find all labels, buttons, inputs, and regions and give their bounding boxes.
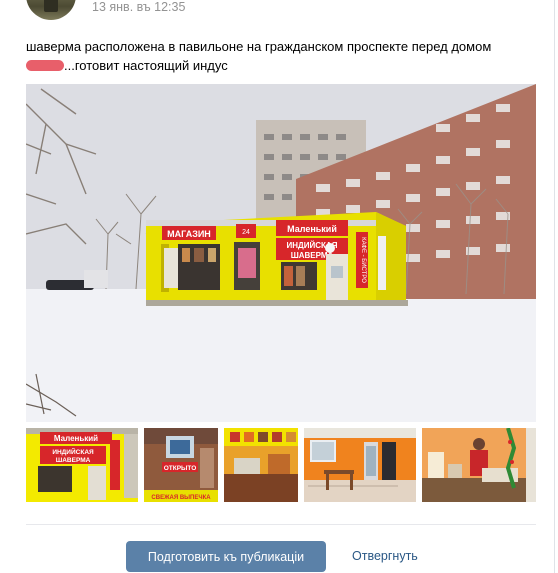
svg-text:СВЕЖАЯ ВЫПЕЧКА: СВЕЖАЯ ВЫПЕЧКА bbox=[151, 495, 211, 501]
post-text-line-2-content: ...готовит настоящий индус bbox=[64, 58, 228, 73]
svg-text:КАФЕ - БИСТРО: КАФЕ - БИСТРО bbox=[360, 237, 366, 283]
pavilion-photo: МАГАЗИН Маленький 24 ИНДИЙСКАЯ ШАВЕРМА К… bbox=[26, 84, 536, 422]
svg-text:Маленький: Маленький bbox=[54, 434, 98, 443]
main-photo[interactable]: МАГАЗИН Маленький 24 ИНДИЙСКАЯ ШАВЕРМА К… bbox=[26, 84, 536, 422]
redacted-mark bbox=[26, 60, 64, 71]
svg-text:ШАВЕРМА: ШАВЕРМА bbox=[56, 457, 91, 464]
avatar[interactable] bbox=[26, 0, 76, 20]
svg-text:МАГАЗИН: МАГАЗИН bbox=[167, 229, 211, 239]
svg-text:ОТКРЫТО: ОТКРЫТО bbox=[164, 465, 197, 472]
divider bbox=[26, 524, 536, 525]
svg-text:ИНДИЙСКАЯ: ИНДИЙСКАЯ bbox=[52, 447, 94, 456]
photo-thumbnails: Маленький ИНДИЙСКАЯ ШАВЕРМА ОТКРЫТО СВЕЖ… bbox=[26, 428, 536, 502]
thumbnail-5[interactable] bbox=[422, 428, 536, 502]
post-text: шаверма расположена в павильоне на гражд… bbox=[26, 37, 546, 75]
thumbnail-4-image bbox=[304, 428, 416, 502]
thumbnail-3[interactable] bbox=[224, 428, 298, 502]
post-card: 13 янв. въ 12:35 шаверма расположена в п… bbox=[0, 0, 555, 573]
prepare-publication-button[interactable]: Подготовить къ публикаціи bbox=[126, 541, 326, 572]
svg-text:Маленький: Маленький bbox=[287, 224, 337, 234]
post-text-line-2: ...готовит настоящий индус bbox=[26, 56, 546, 75]
thumbnail-2-image: ОТКРЫТО СВЕЖАЯ ВЫПЕЧКА bbox=[144, 428, 218, 502]
post-date[interactable]: 13 янв. въ 12:35 bbox=[92, 0, 185, 14]
thumbnail-2[interactable]: ОТКРЫТО СВЕЖАЯ ВЫПЕЧКА bbox=[144, 428, 218, 502]
thumbnail-5-image bbox=[422, 428, 536, 502]
svg-text:24: 24 bbox=[242, 229, 250, 236]
thumbnail-4[interactable] bbox=[304, 428, 416, 502]
post-text-line-1: шаверма расположена в павильоне на гражд… bbox=[26, 39, 492, 54]
reject-button[interactable]: Отвергнуть bbox=[352, 549, 418, 563]
thumbnail-1-image: Маленький ИНДИЙСКАЯ ШАВЕРМА bbox=[26, 428, 138, 502]
thumbnail-3-image bbox=[224, 428, 298, 502]
thumbnail-1[interactable]: Маленький ИНДИЙСКАЯ ШАВЕРМА bbox=[26, 428, 138, 502]
